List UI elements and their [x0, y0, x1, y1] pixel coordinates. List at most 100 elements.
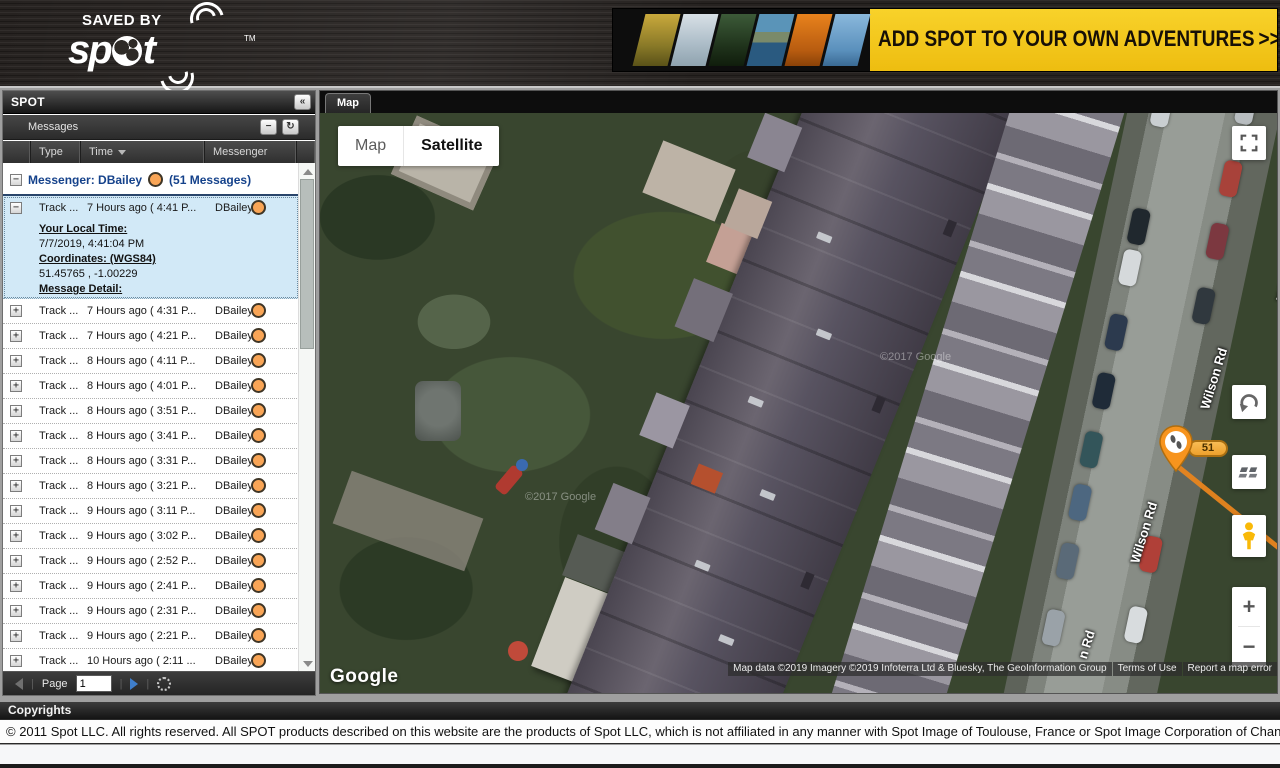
pegman-icon [1238, 521, 1260, 551]
street-label: Wilson Rd [1273, 238, 1277, 303]
pegman-button[interactable] [1232, 515, 1266, 557]
footer-space [0, 745, 1280, 764]
message-messenger: DBailey [215, 480, 251, 492]
spot-logo[interactable]: SAVED BY spt TM [58, 8, 268, 84]
expand-icon[interactable] [10, 555, 22, 567]
expand-icon[interactable] [10, 630, 22, 642]
message-messenger: DBailey [215, 655, 251, 667]
tab-map[interactable]: Map [325, 93, 371, 113]
collapse-group-icon[interactable] [10, 174, 22, 186]
rotate-button[interactable] [1232, 385, 1266, 419]
group-count: (51 Messages) [169, 173, 251, 187]
collapse-panel-button[interactable] [294, 94, 311, 110]
expand-icon[interactable] [10, 305, 22, 317]
refresh-button[interactable] [282, 119, 299, 135]
message-row[interactable]: Track ...8 Hours ago ( 4:11 P...DBailey [3, 349, 299, 374]
message-row[interactable]: Track ...8 Hours ago ( 4:01 P...DBailey [3, 374, 299, 399]
track-marker[interactable] [1158, 425, 1194, 472]
message-row[interactable]: Track ...10 Hours ago ( 2:11 ...DBailey [3, 649, 299, 673]
column-messenger[interactable]: Messenger [205, 141, 297, 163]
next-page-button[interactable] [130, 678, 138, 690]
messenger-group-row[interactable]: Messenger: DBailey (51 Messages) [3, 163, 299, 196]
maptype-satellite-button[interactable]: Satellite [404, 126, 499, 166]
message-row[interactable]: Track ...9 Hours ago ( 2:41 P...DBailey [3, 574, 299, 599]
message-row[interactable]: Track ...8 Hours ago ( 3:21 P...DBailey [3, 474, 299, 499]
prev-page-button[interactable] [15, 678, 23, 690]
scroll-down-icon[interactable] [303, 661, 313, 667]
google-logo[interactable]: Google [330, 666, 398, 688]
trampoline [508, 641, 528, 661]
terms-of-use-link[interactable]: Terms of Use [1113, 662, 1182, 676]
expand-icon[interactable] [10, 505, 22, 517]
message-row[interactable]: Track ...8 Hours ago ( 3:51 P...DBailey [3, 399, 299, 424]
message-messenger: DBailey [215, 355, 251, 367]
message-row[interactable]: Track ...8 Hours ago ( 3:41 P...DBailey [3, 424, 299, 449]
page-input[interactable] [76, 675, 112, 692]
scrollbar[interactable] [298, 163, 315, 673]
local-time-link[interactable]: Your Local Time: [39, 222, 156, 237]
message-type: Track ... [39, 380, 85, 392]
expand-icon[interactable] [10, 580, 22, 592]
expand-icon[interactable] [10, 405, 22, 417]
column-expander [3, 141, 31, 163]
coordinates-link[interactable]: Coordinates: (WGS84) [39, 252, 156, 267]
message-type: Track ... [39, 655, 85, 667]
maptype-map-button[interactable]: Map [338, 126, 404, 166]
message-row[interactable]: Track ...9 Hours ago ( 2:21 P...DBailey [3, 624, 299, 649]
messenger-dot-icon [251, 628, 266, 643]
zoom-in-button[interactable]: + [1232, 587, 1266, 626]
ad-text: ADD SPOT TO YOUR OWN ADVENTURES [870, 27, 1255, 52]
message-row[interactable]: Track ...7 Hours ago ( 4:31 P...DBailey [3, 299, 299, 324]
fullscreen-button[interactable] [1232, 126, 1266, 160]
message-row[interactable]: Track ...9 Hours ago ( 3:11 P...DBailey [3, 499, 299, 524]
scroll-thumb[interactable] [300, 179, 314, 349]
column-type[interactable]: Type [31, 141, 81, 163]
playset [516, 459, 528, 471]
messages-toolbar: Messages [3, 115, 315, 140]
message-type: Track ... [39, 305, 85, 317]
message-type: Track ... [39, 430, 85, 442]
message-time: 9 Hours ago ( 2:52 P... [87, 555, 213, 567]
map-canvas[interactable]: ©2017 Google ©2017 Google Wilson Rd Wils… [320, 113, 1277, 693]
message-messenger: DBailey [215, 405, 251, 417]
message-count-badge[interactable]: 51 [1188, 440, 1228, 457]
expand-icon[interactable] [10, 655, 22, 667]
message-row[interactable]: Track ...8 Hours ago ( 3:31 P...DBailey [3, 449, 299, 474]
expand-icon[interactable] [10, 530, 22, 542]
report-error-link[interactable]: Report a map error [1183, 662, 1277, 676]
message-time: 7 Hours ago ( 4:21 P... [87, 330, 213, 342]
message-detail-link[interactable]: Message Detail: [39, 282, 156, 297]
message-row[interactable]: Track ...9 Hours ago ( 3:02 P...DBailey [3, 524, 299, 549]
ad-banner[interactable]: ADD SPOT TO YOUR OWN ADVENTURES >> [612, 8, 1278, 72]
expanded-message-row[interactable]: Track ... 7 Hours ago ( 4:41 P... DBaile… [3, 196, 299, 299]
expand-icon[interactable] [10, 430, 22, 442]
expand-icon[interactable] [10, 480, 22, 492]
message-type: Track ... [39, 580, 85, 592]
message-type: Track ... [39, 530, 85, 542]
expand-icon[interactable] [10, 605, 22, 617]
ad-photo-strip [613, 9, 870, 71]
message-list: Track ...7 Hours ago ( 4:31 P...DBaileyT… [3, 299, 299, 673]
expand-icon[interactable] [10, 455, 22, 467]
map-attribution: Map data ©2019 Imagery ©2019 Infoterra L… [728, 662, 1277, 676]
collapse-message-icon[interactable] [10, 202, 22, 214]
fullscreen-icon [1238, 132, 1260, 154]
expand-icon[interactable] [10, 380, 22, 392]
message-time: 8 Hours ago ( 4:01 P... [87, 380, 213, 392]
message-row[interactable]: Track ...9 Hours ago ( 2:31 P...DBailey [3, 599, 299, 624]
expand-icon[interactable] [10, 355, 22, 367]
copyright-text: © 2011 Spot LLC. All rights reserved. Al… [0, 719, 1280, 744]
scroll-up-icon[interactable] [303, 169, 313, 175]
page-label: Page [42, 678, 68, 690]
zoom-out-button[interactable]: − [1232, 627, 1266, 666]
message-messenger: DBailey [215, 455, 251, 467]
globe-icon [112, 36, 142, 66]
column-spacer [297, 141, 315, 163]
message-row[interactable]: Track ...9 Hours ago ( 2:52 P...DBailey [3, 549, 299, 574]
message-row[interactable]: Track ...7 Hours ago ( 4:21 P...DBailey [3, 324, 299, 349]
expand-icon[interactable] [10, 330, 22, 342]
column-time[interactable]: Time [81, 141, 205, 163]
message-type: Track ... [39, 555, 85, 567]
minimize-button[interactable] [260, 119, 277, 135]
tilt-45-button[interactable] [1232, 455, 1266, 489]
